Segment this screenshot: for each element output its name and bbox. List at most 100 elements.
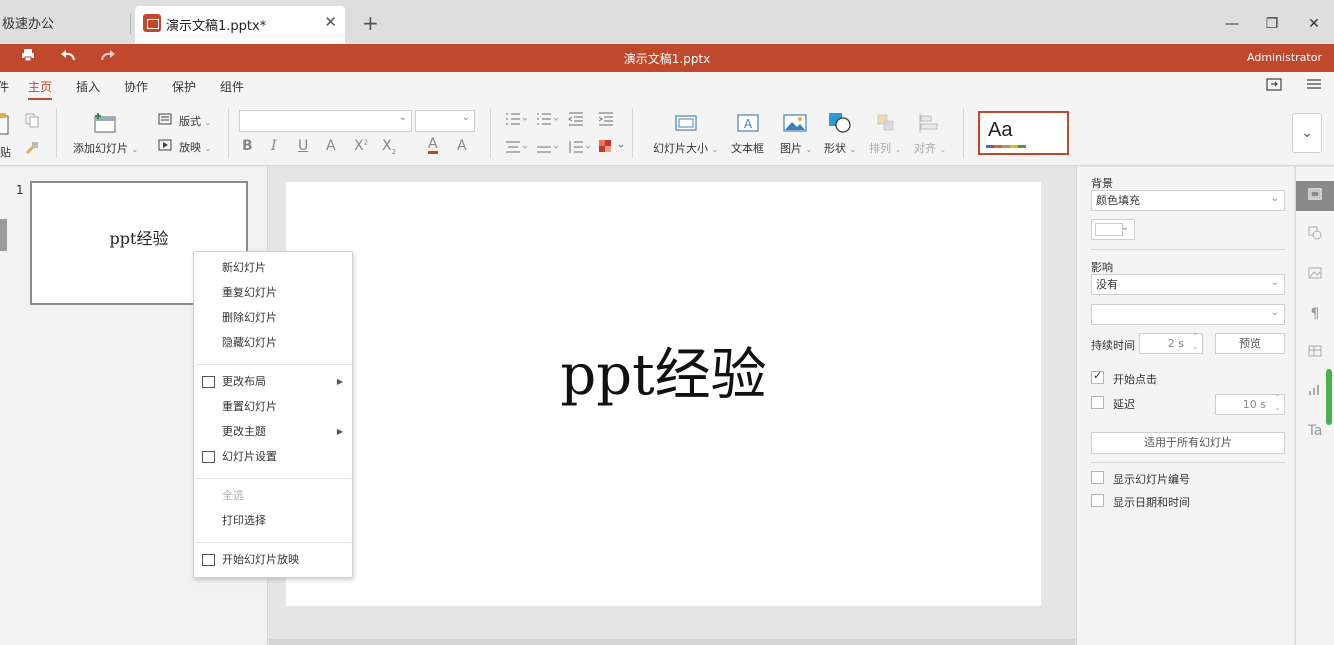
color-scheme-icon[interactable] xyxy=(598,138,626,157)
menu-item-hide-slide[interactable]: 隐藏幻灯片 xyxy=(194,332,352,354)
restore-button[interactable]: ❐ xyxy=(1262,14,1282,34)
add-slide-button[interactable]: 添加幻灯片 ⌄ xyxy=(73,140,138,156)
line-spacing-icon[interactable] xyxy=(568,140,591,157)
slide-size-icon[interactable] xyxy=(675,114,697,135)
theme-color-swatch xyxy=(986,145,994,148)
add-slide-icon[interactable] xyxy=(92,112,118,137)
menu-divider xyxy=(195,478,351,479)
menu-protect[interactable]: 保护 xyxy=(172,78,196,95)
tab-divider xyxy=(130,14,131,34)
menu-insert[interactable]: 插入 xyxy=(76,78,100,95)
play-button[interactable]: 放映 ⌄ xyxy=(179,139,211,155)
decrease-indent-icon[interactable] xyxy=(567,112,584,129)
slide-title-text[interactable]: ppt经验 xyxy=(286,330,1041,411)
transition-select[interactable]: 没有 xyxy=(1091,273,1285,295)
slide[interactable]: ppt经验 xyxy=(286,182,1041,606)
menu-item-start-slideshow[interactable]: 开始幻灯片放映 xyxy=(194,549,352,571)
font-color-icon[interactable]: A xyxy=(428,137,438,154)
theme-color-strip xyxy=(986,145,1026,148)
align-text-icon[interactable] xyxy=(505,140,528,157)
arrange-button[interactable]: 排列 ⌄ xyxy=(869,140,901,156)
menu-item-new-slide[interactable]: 新幻灯片 xyxy=(194,257,352,279)
picture-icon[interactable] xyxy=(783,114,807,135)
menu-collaborate[interactable]: 协作 xyxy=(124,78,148,95)
layout-button[interactable]: 版式 ⌄ xyxy=(179,113,211,129)
highlight-color-icon[interactable]: A xyxy=(457,138,467,154)
menu-plugins[interactable]: 组件 xyxy=(220,78,244,95)
show-slide-number-checkbox[interactable] xyxy=(1091,471,1104,484)
start-on-click-checkbox[interactable] xyxy=(1091,369,1104,384)
shape-button[interactable]: 形状 ⌄ xyxy=(824,140,856,156)
delay-spinner[interactable]: 10 s xyxy=(1215,393,1285,415)
menu-item-duplicate-slide[interactable]: 重复幻灯片 xyxy=(194,282,352,304)
canvas-scrollbar[interactable] xyxy=(269,639,1075,645)
tab-home[interactable]: 极速办公 xyxy=(0,8,54,42)
format-painter-icon[interactable] xyxy=(24,140,40,159)
transition-effect-select[interactable] xyxy=(1091,303,1285,325)
bold-icon[interactable]: B xyxy=(242,138,253,154)
slide-settings-icon[interactable] xyxy=(1296,181,1334,211)
new-tab-button[interactable]: + xyxy=(362,11,379,35)
show-date-time-checkbox[interactable] xyxy=(1091,494,1104,507)
menu-home[interactable]: 主页 xyxy=(28,78,53,100)
align-objects-icon[interactable] xyxy=(918,112,940,137)
minimize-button[interactable]: — xyxy=(1222,14,1242,34)
italic-icon[interactable]: I xyxy=(271,138,277,154)
tab-document[interactable]: 演示文稿1.pptx* ✕ xyxy=(135,6,345,44)
panel-divider xyxy=(1091,249,1285,250)
textbox-icon[interactable]: A xyxy=(737,114,759,135)
menu-item-change-layout[interactable]: 更改布局 ▶ xyxy=(194,371,352,393)
window-close-button[interactable]: ✕ xyxy=(1304,14,1324,34)
font-size-select[interactable] xyxy=(415,110,475,132)
paste-icon[interactable] xyxy=(0,112,12,143)
increase-indent-icon[interactable] xyxy=(598,112,614,129)
align-objects-button[interactable]: 对齐 ⌄ xyxy=(914,140,946,156)
shape-settings-icon[interactable] xyxy=(1296,221,1334,251)
menu-item-label: 更改布局 xyxy=(222,375,266,388)
user-name[interactable]: Administrator xyxy=(1247,51,1322,64)
underline-icon[interactable]: U xyxy=(298,138,308,154)
slide-canvas: ppt经验 xyxy=(269,167,1075,645)
menu-item-reset-slide[interactable]: 重置幻灯片 xyxy=(194,396,352,418)
theme-preview[interactable]: Aa xyxy=(978,111,1069,155)
paragraph-settings-icon[interactable]: ¶ xyxy=(1296,299,1334,329)
ribbon-expand-button[interactable]: ⌄ xyxy=(1292,113,1322,153)
background-fill-select[interactable]: 颜色填充 xyxy=(1091,189,1285,211)
slide-size-button[interactable]: 幻灯片大小 ⌄ xyxy=(653,140,718,156)
menu-item-delete-slide[interactable]: 删除幻灯片 xyxy=(194,307,352,329)
font-family-select[interactable] xyxy=(239,110,412,132)
panel-scrollbar[interactable] xyxy=(1326,369,1332,425)
menu-item-change-theme[interactable]: 更改主题 ▶ xyxy=(194,421,352,443)
subscript-icon[interactable]: X2 xyxy=(382,138,396,156)
open-location-icon[interactable] xyxy=(1266,77,1282,95)
menu-divider xyxy=(195,542,351,543)
superscript-icon[interactable]: X2 xyxy=(354,138,368,154)
arrange-icon[interactable] xyxy=(877,114,897,137)
apply-to-all-button[interactable]: 适用于所有幻灯片 xyxy=(1091,432,1285,454)
background-color-picker[interactable] xyxy=(1091,218,1135,240)
bullet-list-icon[interactable] xyxy=(505,112,528,129)
preview-button[interactable]: 预览 xyxy=(1215,333,1285,354)
duration-spinner[interactable]: 2 s xyxy=(1139,332,1203,354)
layout-icon[interactable] xyxy=(158,113,172,128)
copy-icon[interactable] xyxy=(24,112,40,131)
play-label: 放映 xyxy=(179,141,201,154)
menu-item-print-selection[interactable]: 打印选择 xyxy=(194,510,352,532)
panel-resize-handle[interactable] xyxy=(0,219,7,251)
picture-label: 图片 xyxy=(780,142,802,155)
shape-icon[interactable] xyxy=(828,112,852,137)
picture-button[interactable]: 图片 ⌄ xyxy=(780,140,812,156)
hamburger-menu-icon[interactable] xyxy=(1306,77,1322,95)
tab-close-icon[interactable]: ✕ xyxy=(324,13,337,31)
theme-color-swatch xyxy=(994,145,1002,148)
delay-checkbox[interactable] xyxy=(1091,396,1104,409)
play-icon[interactable] xyxy=(158,139,172,154)
table-settings-icon[interactable] xyxy=(1296,338,1334,368)
vertical-align-icon[interactable] xyxy=(536,140,559,157)
numbered-list-icon[interactable] xyxy=(536,112,559,129)
image-settings-icon[interactable] xyxy=(1296,260,1334,290)
textbox-label[interactable]: 文本框 xyxy=(731,140,764,156)
menu-item-slide-settings[interactable]: 幻灯片设置 xyxy=(194,446,352,468)
menu-file[interactable]: 件 xyxy=(0,78,9,95)
strikethrough-icon[interactable]: A xyxy=(326,138,336,154)
